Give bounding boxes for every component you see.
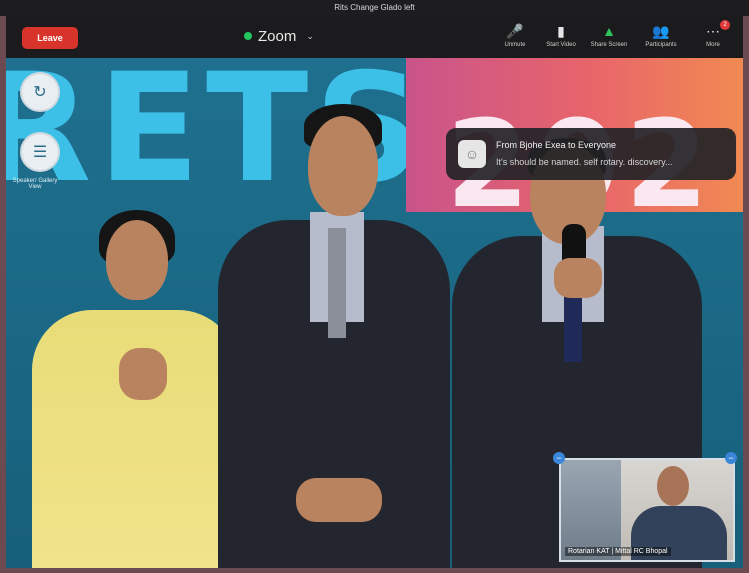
building-background [561,460,621,560]
window-title: Rits Change Glado left [334,3,415,12]
more-button[interactable]: ⋯ More 2 [690,20,736,54]
switch-camera-button[interactable]: ↻ [20,72,60,112]
chevron-down-icon: ⌄ [306,30,314,41]
speaker-gallery-view-button[interactable]: ☰ [20,132,60,172]
participants-button[interactable]: 👥 Participants [638,22,684,54]
pip-resize-handle-right[interactable]: − [725,452,737,464]
participants-icon: 👥 [652,23,670,39]
leave-button[interactable]: Leave [22,27,78,49]
chat-sender: From Bjohe Exea to Everyone [496,140,617,150]
unmute-button[interactable]: 🎤 Unmute [492,22,538,54]
notification-badge: 2 [720,20,730,30]
video-icon: ▮ [557,23,565,39]
meeting-title-label: Zoom [258,27,297,45]
security-status-icon [244,32,252,40]
pip-person-head [657,466,689,506]
meeting-toolbar: Leave Zoom ⌄ 🎤 Unmute ▮ Start Video ▲ Sh… [6,16,743,58]
meeting-title[interactable]: Zoom ⌄ [244,25,314,47]
share-screen-button[interactable]: ▲ Share Screen [586,22,632,54]
chat-message: It's should be named. self rotary. disco… [496,157,673,167]
start-video-button[interactable]: ▮ Start Video [538,22,584,54]
chat-avatar-icon: ☺ [458,140,486,168]
switch-camera-icon: ↻ [33,84,47,101]
pip-resize-handle-left[interactable]: − [553,452,565,464]
self-view-thumbnail[interactable]: Rotarian KAT | Mittal RC Bhopal [559,458,735,562]
pip-participant-name: Rotarian KAT | Mittal RC Bhopal [565,547,671,556]
chat-notification[interactable]: ☺ From Bjohe Exea to Everyone It's shoul… [446,128,736,180]
window-title-bar: Rits Change Glado left [0,0,749,16]
gallery-view-icon: ☰ [32,144,48,161]
microphone-muted-icon: 🎤 [506,23,524,39]
share-screen-icon: ▲ [602,23,616,39]
speaker-gallery-view-label: Speaker/ Gallery View [12,178,58,190]
